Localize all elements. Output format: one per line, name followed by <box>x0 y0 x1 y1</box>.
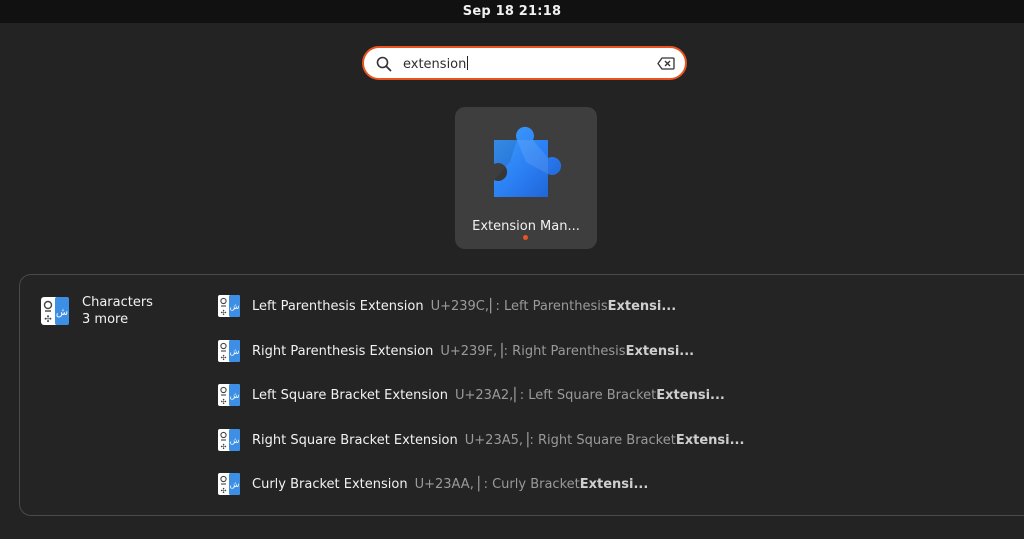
svg-text:ش: ش <box>230 391 240 400</box>
app-result-extension-manager[interactable]: Extension Man... <box>455 107 597 249</box>
character-result-row[interactable]: ✣ ش Right Parenthesis Extension U+239F, … <box>217 337 694 365</box>
result-codepoint: U+23A2, <box>454 387 514 403</box>
character-result-row[interactable]: ✣ ش Left Parenthesis Extension U+239C, ⎜… <box>217 292 676 320</box>
characters-icon: ✣ ش <box>218 340 240 362</box>
character-result-row[interactable]: ✣ ش Curly Bracket Extension U+23AA, ⎪: C… <box>217 470 648 498</box>
result-match: Extensi... <box>607 298 677 314</box>
result-description: ⎪: Curly Bracket <box>473 476 580 492</box>
result-match: Extensi... <box>656 387 725 403</box>
result-description: ⎟: Right Parenthesis <box>497 343 626 359</box>
result-description: ⎥: Right Square Bracket <box>523 432 676 448</box>
svg-text:ش: ش <box>230 347 240 356</box>
result-codepoint: U+23AA, <box>414 476 474 492</box>
characters-icon: ✣ ش <box>218 384 240 406</box>
svg-text:✣: ✣ <box>221 398 227 406</box>
result-match: Extensi... <box>625 343 695 359</box>
svg-text:ش: ش <box>230 302 240 311</box>
result-codepoint: U+239F, <box>440 343 498 359</box>
search-icon <box>376 56 392 72</box>
running-indicator <box>523 235 528 240</box>
top-bar: Sep 18 21:18 <box>0 0 1024 23</box>
clear-search-icon[interactable] <box>657 57 675 70</box>
svg-text:✣: ✣ <box>44 315 52 325</box>
search-query: extension <box>403 57 467 72</box>
result-description: ⎢: Left Square Bracket <box>513 387 657 403</box>
character-result-row[interactable]: ✣ ش Left Square Bracket Extension U+23A2… <box>217 381 725 409</box>
svg-text:✣: ✣ <box>221 354 227 362</box>
svg-text:✣: ✣ <box>221 309 227 317</box>
result-title: Right Square Bracket Extension <box>252 432 458 448</box>
result-match: Extensi... <box>579 476 649 492</box>
svg-text:✣: ✣ <box>221 487 227 495</box>
result-match: Extensi... <box>675 432 745 448</box>
characters-icon: ✣ ش <box>218 473 240 495</box>
result-description: ⎜: Left Parenthesis <box>489 298 608 314</box>
result-title: Left Square Bracket Extension <box>252 387 448 403</box>
character-result-row[interactable]: ✣ ش Right Square Bracket Extension U+23A… <box>217 426 744 454</box>
clock[interactable]: Sep 18 21:18 <box>463 4 561 19</box>
result-title: Curly Bracket Extension <box>252 476 408 492</box>
result-title: Right Parenthesis Extension <box>252 343 434 359</box>
search-results-panel: ✣ ش Characters 3 more ✣ ش Left Parenthes… <box>19 274 1024 516</box>
result-title: Left Parenthesis Extension <box>252 298 424 314</box>
app-label: Extension Man... <box>472 219 580 234</box>
characters-app-icon[interactable]: ✣ ش <box>40 296 70 326</box>
svg-text:ش: ش <box>56 307 68 318</box>
result-codepoint: U+23A5, <box>464 432 524 448</box>
search-input[interactable]: extension <box>403 56 469 72</box>
puzzle-piece-icon <box>494 126 562 197</box>
result-codepoint: U+239C, <box>430 298 489 314</box>
characters-icon: ✣ ش <box>218 295 240 317</box>
provider-name: Characters <box>82 295 153 310</box>
characters-icon: ✣ ش <box>218 429 240 451</box>
search-entry[interactable]: extension <box>362 46 687 80</box>
text-caret <box>467 56 469 70</box>
provider-more-count[interactable]: 3 more <box>82 312 128 327</box>
svg-text:✣: ✣ <box>221 443 227 451</box>
svg-text:ش: ش <box>230 480 240 489</box>
svg-text:ش: ش <box>230 436 240 445</box>
